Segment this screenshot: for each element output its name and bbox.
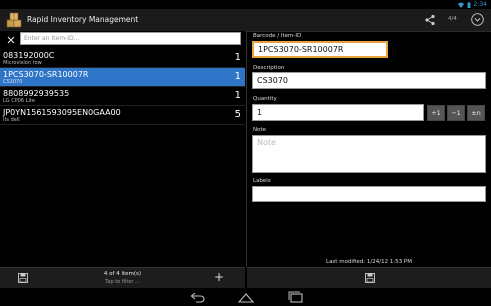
detail-bottom-bar bbox=[247, 267, 491, 289]
item-code: JP0YN1561593095EN0GAA00 bbox=[3, 108, 121, 117]
save-icon[interactable] bbox=[365, 273, 375, 283]
status-time: 2:34 bbox=[473, 1, 487, 8]
overflow-menu-icon[interactable] bbox=[471, 13, 484, 26]
battery-icon bbox=[467, 1, 471, 8]
item-description: CS3070 bbox=[3, 79, 23, 85]
recent-apps-icon[interactable] bbox=[288, 291, 304, 303]
status-icons: 2:34 bbox=[457, 0, 487, 9]
share-icon[interactable] bbox=[424, 14, 436, 26]
status-bar: 2:34 bbox=[0, 0, 491, 9]
barcode-label: Barcode / Item-ID bbox=[253, 33, 302, 39]
item-description: LG CP06 Lite bbox=[3, 98, 35, 104]
description-label: Description bbox=[253, 65, 285, 71]
last-modified-text: Last modified: 1/24/12 1:53 PM bbox=[326, 259, 412, 265]
items-count[interactable]: 4 of 4 item(s) bbox=[0, 271, 245, 277]
labels-label: Labels bbox=[253, 178, 271, 184]
item-quantity: 1 bbox=[234, 90, 241, 101]
item-code: 083192000C bbox=[3, 51, 55, 60]
item-list: 083192000C Microvision row 1 1PCS3070-SR… bbox=[0, 49, 245, 125]
item-description: Its dell bbox=[3, 117, 20, 123]
increment-button[interactable]: +1 bbox=[427, 105, 445, 121]
back-icon[interactable] bbox=[190, 291, 206, 303]
app-title: Rapid Inventory Management bbox=[27, 15, 139, 24]
barcode-field[interactable]: 1PCS3070-SR10007R bbox=[252, 41, 388, 58]
item-detail-pane: Barcode / Item-ID 1PCS3070-SR10007R Desc… bbox=[250, 31, 491, 267]
action-bar: Rapid Inventory Management 4/4 bbox=[0, 9, 491, 32]
item-quantity: 5 bbox=[234, 109, 241, 120]
item-quantity: 1 bbox=[234, 52, 241, 63]
note-field[interactable]: Note bbox=[252, 135, 486, 173]
search-input[interactable] bbox=[20, 32, 241, 45]
list-item-selected[interactable]: 1PCS3070-SR10007R CS3070 1 bbox=[0, 68, 245, 87]
list-item[interactable]: 083192000C Microvision row 1 bbox=[0, 49, 245, 68]
item-counter: 4/4 bbox=[448, 16, 457, 22]
quantity-field[interactable]: 1 bbox=[252, 104, 424, 121]
list-item[interactable]: JP0YN1561593095EN0GAA00 Its dell 5 bbox=[0, 106, 245, 125]
add-item-button[interactable]: + bbox=[214, 270, 224, 284]
wifi-icon bbox=[457, 2, 464, 8]
item-list-pane: 083192000C Microvision row 1 1PCS3070-SR… bbox=[0, 31, 245, 267]
note-label: Note bbox=[253, 127, 267, 133]
labels-field[interactable] bbox=[252, 186, 486, 202]
search-bar bbox=[0, 31, 245, 48]
close-icon bbox=[7, 36, 14, 43]
item-code: 1PCS3070-SR10007R bbox=[3, 70, 89, 79]
adjust-n-button[interactable]: ±n bbox=[467, 105, 485, 121]
system-nav-bar bbox=[0, 288, 491, 306]
clear-search-button[interactable] bbox=[3, 32, 18, 47]
app-boxes-icon bbox=[6, 12, 22, 28]
tap-to-filter[interactable]: Tap to filter ... bbox=[0, 279, 245, 285]
home-icon[interactable] bbox=[238, 291, 254, 303]
item-description: Microvision row bbox=[3, 60, 42, 66]
quantity-label: Quantity bbox=[253, 96, 277, 102]
item-quantity: 1 bbox=[234, 71, 241, 82]
description-field[interactable]: CS3070 bbox=[252, 72, 486, 89]
list-item[interactable]: 8808992939535 LG CP06 Lite 1 bbox=[0, 87, 245, 106]
pane-divider bbox=[246, 31, 247, 267]
decrement-button[interactable]: −1 bbox=[447, 105, 465, 121]
item-code: 8808992939535 bbox=[3, 89, 70, 98]
list-bottom-bar: 4 of 4 item(s) Tap to filter ... + bbox=[0, 267, 245, 289]
